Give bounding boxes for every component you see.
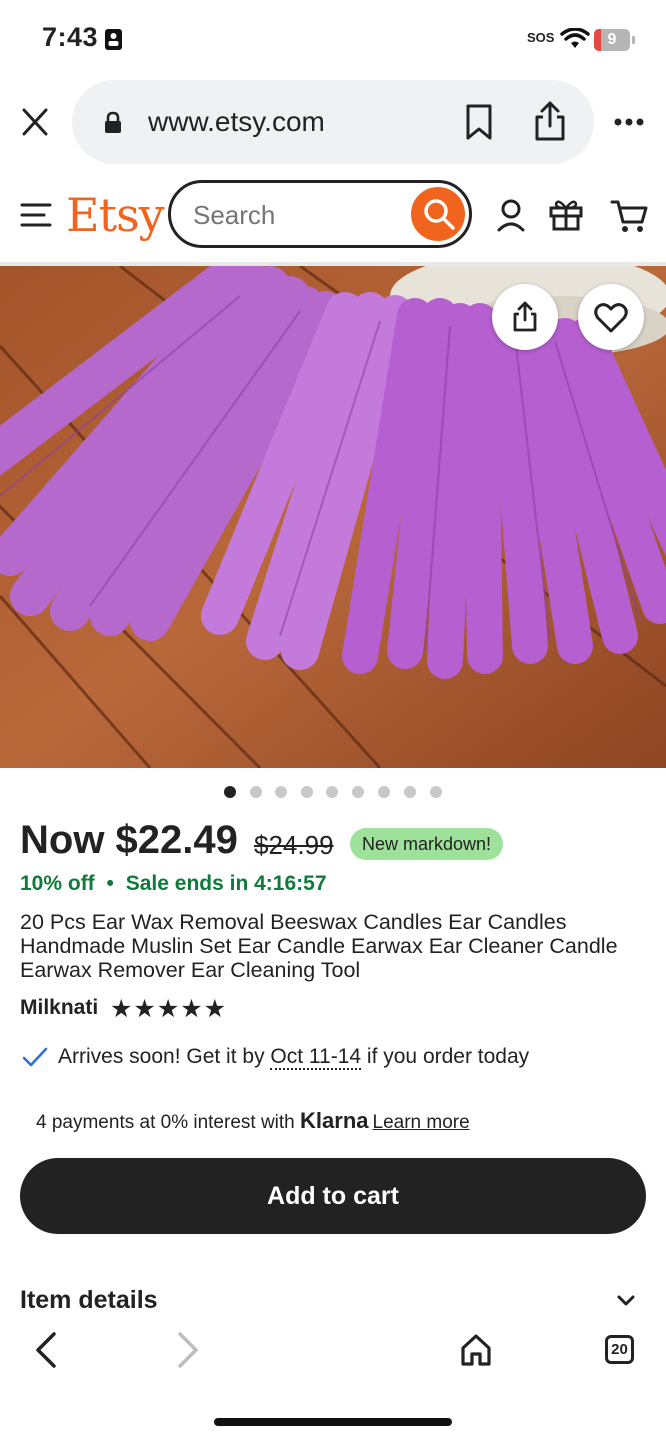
menu-icon[interactable]: [20, 202, 52, 228]
markdown-badge: New markdown!: [350, 828, 504, 860]
learn-more-link[interactable]: Learn more: [373, 1112, 470, 1133]
lock-screen-icon: [105, 29, 122, 50]
original-price: $24.99: [254, 830, 334, 860]
tabs-button[interactable]: 20: [605, 1335, 634, 1364]
sale-ends-text: Sale ends in 4:16:57: [125, 872, 327, 895]
current-price: Now $22.49: [20, 818, 238, 862]
search-button[interactable]: [411, 187, 465, 241]
battery-tip: [632, 36, 635, 44]
share-icon[interactable]: [532, 100, 568, 142]
search-input[interactable]: [191, 197, 405, 233]
chevron-down-icon[interactable]: [616, 1294, 636, 1308]
account-icon[interactable]: [496, 198, 526, 232]
share-icon: [513, 301, 537, 332]
etsy-logo[interactable]: Etsy: [66, 188, 165, 242]
carousel-dot-6[interactable]: [352, 786, 364, 798]
delivery-prefix: Arrives soon! Get it by: [58, 1045, 271, 1068]
carousel-dot-8[interactable]: [404, 786, 416, 798]
more-options-icon[interactable]: [614, 117, 644, 127]
forward-icon[interactable]: [176, 1330, 202, 1370]
carousel-dot-9[interactable]: [430, 786, 442, 798]
carousel-dot-1[interactable]: [224, 786, 236, 798]
wifi-icon: [560, 28, 590, 48]
carousel-dot-3[interactable]: [275, 786, 287, 798]
battery-level: 9: [607, 31, 617, 48]
battery-indicator: 9: [594, 29, 630, 51]
lock-icon: [105, 111, 121, 133]
separator-dot: •: [106, 872, 114, 895]
shop-name[interactable]: Milknati: [20, 996, 98, 1020]
klarna-logo: Klarna: [300, 1108, 369, 1133]
search-icon: [424, 199, 455, 230]
carousel-dot-5[interactable]: [326, 786, 338, 798]
add-to-cart-button[interactable]: Add to cart: [20, 1158, 646, 1234]
gift-icon[interactable]: [548, 196, 584, 232]
sos-indicator: SOS: [527, 30, 555, 45]
url-text[interactable]: www.etsy.com: [148, 106, 325, 138]
check-icon: [22, 1047, 48, 1067]
close-icon[interactable]: [22, 108, 48, 136]
carousel-dot-7[interactable]: [378, 786, 390, 798]
delivery-dates[interactable]: Oct 11-14: [270, 1045, 362, 1070]
product-title: 20 Pcs Ear Wax Removal Beeswax Candles E…: [20, 910, 618, 982]
product-photo[interactable]: [0, 266, 666, 768]
home-indicator: [214, 1418, 452, 1426]
search-bar: [168, 180, 472, 248]
delivery-suffix: if you order today: [361, 1045, 530, 1068]
delivery-estimate: Arrives soon! Get it by Oct 11-14 if you…: [58, 1045, 530, 1070]
heart-icon: [594, 303, 628, 333]
status-time: 7:43: [42, 22, 99, 52]
sale-info: 10% off • Sale ends in 4:16:57: [20, 872, 327, 896]
ear-candles-image: [0, 266, 666, 768]
rating-stars[interactable]: ★★★★★: [110, 994, 227, 1024]
home-icon[interactable]: [460, 1333, 492, 1367]
payment-text: 4 payments at 0% interest with: [36, 1112, 301, 1133]
carousel-dot-4[interactable]: [301, 786, 313, 798]
item-details-heading[interactable]: Item details: [20, 1286, 158, 1315]
share-photo-button[interactable]: [492, 284, 558, 350]
back-icon[interactable]: [32, 1330, 58, 1370]
carousel-dot-2[interactable]: [250, 786, 262, 798]
payment-info: 4 payments at 0% interest with Klarna Lea…: [36, 1108, 470, 1134]
favorite-button[interactable]: [578, 284, 644, 350]
cart-icon[interactable]: [610, 198, 648, 234]
discount-text: 10% off: [20, 872, 95, 895]
bookmark-icon[interactable]: [464, 103, 494, 141]
